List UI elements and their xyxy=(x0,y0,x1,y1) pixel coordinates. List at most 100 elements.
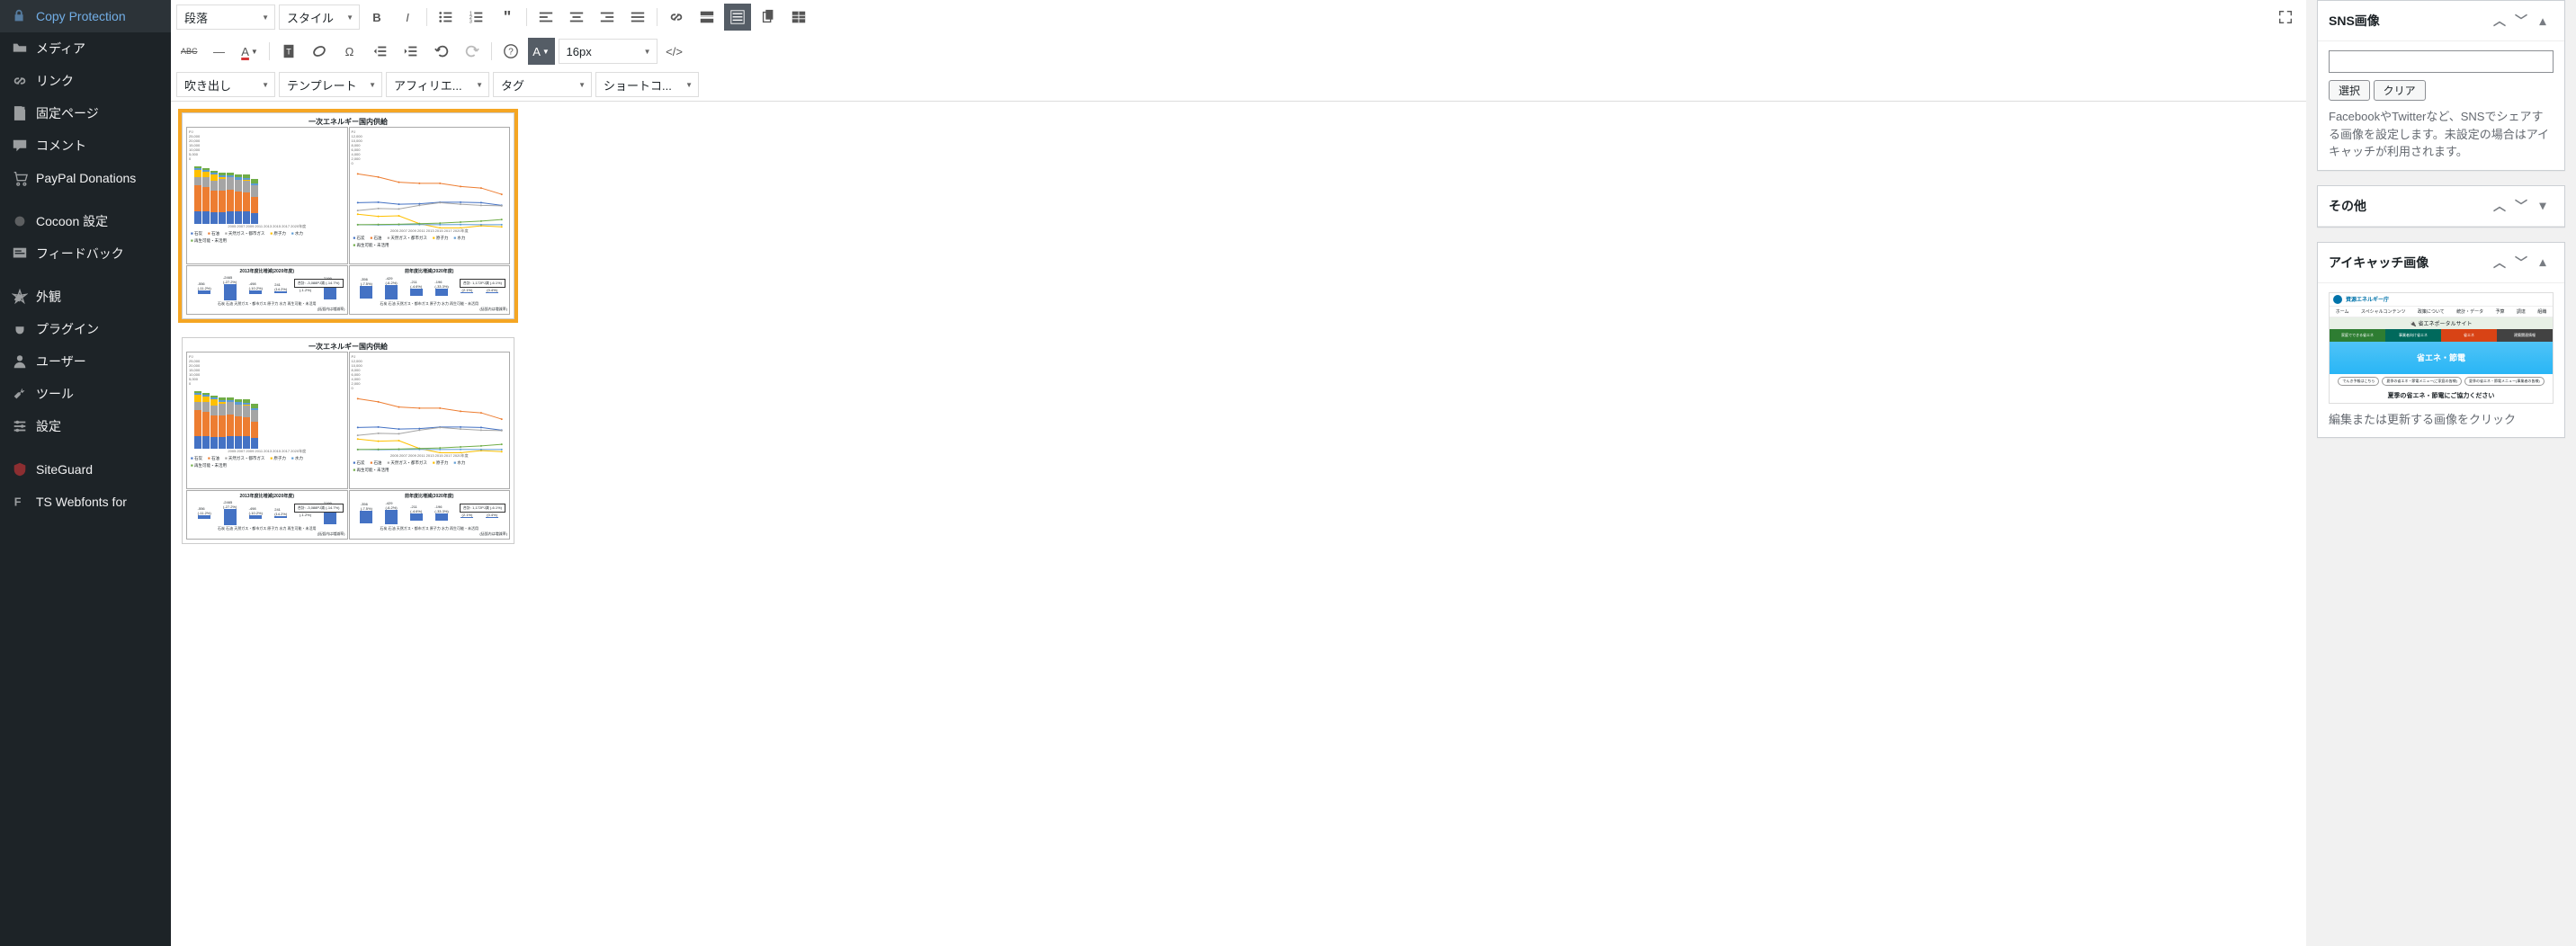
sidebar-item-tool[interactable]: ツール xyxy=(0,378,171,410)
template-select[interactable]: テンプレート xyxy=(279,72,382,97)
special-char-button[interactable]: Ω xyxy=(336,38,363,65)
sidebar-item-shield[interactable]: SiteGuard xyxy=(0,453,171,486)
toolbar-toggle-button[interactable] xyxy=(724,4,751,31)
sns-image-input[interactable] xyxy=(2329,50,2554,73)
chevron-down-icon[interactable]: ﹀ xyxy=(2510,195,2532,217)
sidebar-item-comment[interactable]: コメント xyxy=(0,129,171,162)
featured-image-hint: 編集または更新する画像をクリック xyxy=(2329,411,2554,429)
settings-icon xyxy=(11,417,29,435)
italic-button[interactable]: I xyxy=(394,4,421,31)
page-icon xyxy=(11,104,29,122)
plugin-icon xyxy=(11,320,29,338)
bold-button[interactable]: B xyxy=(363,4,390,31)
caret-up-icon[interactable]: ▴ xyxy=(2532,252,2554,273)
tag-select[interactable]: タグ xyxy=(493,72,592,97)
sidebar-item-circle[interactable]: Cocoon 設定 xyxy=(0,205,171,237)
sidebar-item-feedback[interactable]: フィードバック xyxy=(0,237,171,270)
paste-text-button[interactable]: T xyxy=(275,38,302,65)
sidebar-item-link[interactable]: リンク xyxy=(0,65,171,97)
sidebar-item-lock[interactable]: Copy Protection xyxy=(0,0,171,32)
code-button[interactable]: </> xyxy=(661,38,688,65)
style-select[interactable]: スタイル xyxy=(279,4,360,30)
chevron-up-icon[interactable]: ︿ xyxy=(2489,10,2510,31)
sidebar-item-label: TS Webfonts for xyxy=(36,495,127,509)
readmore-button[interactable] xyxy=(693,4,720,31)
editor-column: 段落 スタイル B I 123 " xyxy=(171,0,2306,946)
shortcode-select[interactable]: ショートコ... xyxy=(595,72,699,97)
panel-title: アイキャッチ画像 xyxy=(2329,254,2428,272)
editor-content[interactable]: 一次エネルギー国内供給PJ25,00020,00015,00010,0005,0… xyxy=(171,102,2306,946)
admin-sidebar: Copy Protection メディアリンク固定ページコメント PayPal Do… xyxy=(0,0,171,946)
cart-icon xyxy=(11,169,29,187)
sidebar-item-plugin[interactable]: プラグイン xyxy=(0,313,171,345)
sidebar-item-font[interactable]: F TS Webfonts for xyxy=(0,486,171,518)
outdent-button[interactable] xyxy=(367,38,394,65)
media-icon xyxy=(11,40,29,58)
featured-image-thumbnail[interactable]: 資源エネルギー庁 ホームスペシャルコンテンツ政策について統計・データ予算調達組織… xyxy=(2329,292,2554,404)
hero-banner: 省エネ・節電 xyxy=(2330,342,2553,374)
align-justify-button[interactable] xyxy=(624,4,651,31)
clear-button[interactable]: クリア xyxy=(2374,80,2426,101)
align-center-button[interactable] xyxy=(563,4,590,31)
sidebar-item-label: リンク xyxy=(36,72,74,90)
sidebar-item-media[interactable]: メディア xyxy=(0,32,171,65)
shield-icon xyxy=(11,460,29,478)
appearance-icon xyxy=(11,288,29,306)
strikethrough-button[interactable]: ABC xyxy=(176,38,202,65)
lock-icon xyxy=(11,7,29,25)
help-button[interactable]: ? xyxy=(497,38,524,65)
link-button[interactable] xyxy=(663,4,690,31)
sidebar-item-label: 固定ページ xyxy=(36,104,99,122)
paragraph-select[interactable]: 段落 xyxy=(176,4,275,30)
clear-format-button[interactable] xyxy=(306,38,333,65)
indent-button[interactable] xyxy=(398,38,425,65)
sidebar-item-label: Cocoon 設定 xyxy=(36,212,108,230)
sidebar-item-label: コメント xyxy=(36,137,86,155)
fontsize-select[interactable]: 16px xyxy=(559,39,657,64)
sidebar-item-label: プラグイン xyxy=(36,320,99,338)
svg-text:T: T xyxy=(286,48,291,57)
bullet-list-button[interactable] xyxy=(433,4,460,31)
bgcolor-button[interactable]: A▼ xyxy=(528,38,555,65)
align-left-button[interactable] xyxy=(532,4,559,31)
caret-down-icon[interactable]: ▾ xyxy=(2532,195,2554,217)
align-right-button[interactable] xyxy=(594,4,621,31)
chevron-down-icon[interactable]: ﹀ xyxy=(2510,252,2532,273)
hr-button[interactable]: — xyxy=(206,38,233,65)
link-icon xyxy=(11,72,29,90)
redo-button[interactable] xyxy=(459,38,486,65)
fukidashi-select[interactable]: 吹き出し xyxy=(176,72,275,97)
sidebar-item-settings[interactable]: 設定 xyxy=(0,410,171,442)
sidebar-item-label: SiteGuard xyxy=(36,462,93,477)
chart-image-selected[interactable]: 一次エネルギー国内供給PJ25,00020,00015,00010,0005,0… xyxy=(182,112,514,319)
table-button[interactable] xyxy=(785,4,812,31)
font-icon: F xyxy=(11,493,29,511)
blockquote-button[interactable]: " xyxy=(494,4,521,31)
chevron-up-icon[interactable]: ︿ xyxy=(2489,252,2510,273)
sidebar-item-page[interactable]: 固定ページ xyxy=(0,97,171,129)
undo-button[interactable] xyxy=(428,38,455,65)
chevron-up-icon[interactable]: ︿ xyxy=(2489,195,2510,217)
sidebar-item-user[interactable]: ユーザー xyxy=(0,345,171,378)
sidebar-item-label: Copy Protection xyxy=(36,9,126,23)
sidebar-item-cart[interactable]: PayPal Donations xyxy=(0,162,171,194)
sidebar-item-appearance[interactable]: 外観 xyxy=(0,281,171,313)
select-button[interactable]: 選択 xyxy=(2329,80,2370,101)
fullscreen-button[interactable] xyxy=(2272,4,2299,31)
caret-up-icon[interactable]: ▴ xyxy=(2532,10,2554,31)
affiliate-select[interactable]: アフィリエ... xyxy=(386,72,489,97)
sns-image-panel: SNS画像 ︿ ﹀ ▴ 選択 クリア FacebookやTwitterなど、SN… xyxy=(2317,0,2565,171)
logo-icon xyxy=(2333,295,2342,304)
featured-image-panel: アイキャッチ画像 ︿ ﹀ ▴ 資源エネルギー庁 ホームスペシャルコンテンツ政策に… xyxy=(2317,242,2565,439)
sidebar-item-label: PayPal Donations xyxy=(36,171,136,185)
sidebar-item-label: メディア xyxy=(36,40,85,58)
user-icon xyxy=(11,353,29,370)
chevron-down-icon[interactable]: ﹀ xyxy=(2510,10,2532,31)
svg-text:3: 3 xyxy=(470,19,472,24)
chart-image[interactable]: 一次エネルギー国内供給PJ25,00020,00015,00010,0005,0… xyxy=(182,337,514,544)
copy-button[interactable] xyxy=(755,4,782,31)
textcolor-button[interactable]: A▼ xyxy=(237,38,264,65)
sidebar-item-label: 設定 xyxy=(36,417,61,435)
numbered-list-button[interactable]: 123 xyxy=(463,4,490,31)
sidebar-item-label: ツール xyxy=(36,385,74,403)
